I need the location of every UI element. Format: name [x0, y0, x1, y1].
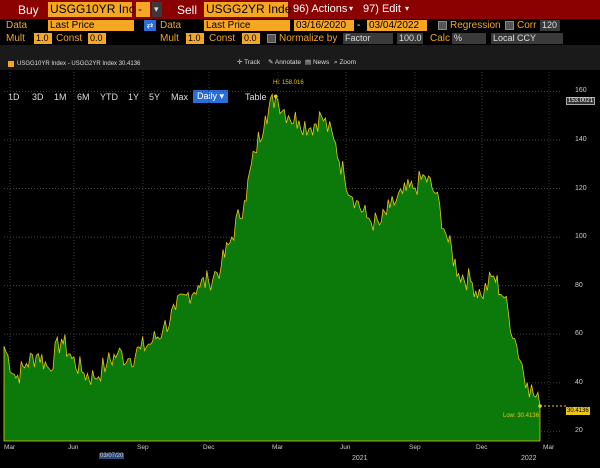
const-label: Const [56, 33, 83, 44]
annotate-icon: ✎ [268, 59, 274, 66]
series-area [3, 92, 541, 442]
x-tick-label: Dec [203, 444, 215, 451]
buy-label: Buy [18, 3, 39, 17]
currency-dropdown[interactable]: Local CCY [491, 33, 563, 44]
edit-menu[interactable]: 97) Edit [363, 4, 401, 15]
news-tool[interactable]: ▤ News [305, 59, 330, 67]
buy-security-input[interactable]: USGG10YR Inc [48, 2, 135, 17]
news-label: News [312, 59, 330, 66]
y-tick-label: 40 [575, 378, 583, 386]
x-tick-label: Sep [409, 444, 421, 451]
data-row: Data Last Price ⇄ Data Last Price 03/16/… [0, 19, 600, 32]
corr-checkbox[interactable] [505, 21, 514, 30]
news-icon: ▤ [305, 59, 312, 66]
calc-dropdown[interactable]: % [452, 33, 486, 44]
x-tick-label: Dec [476, 444, 488, 451]
y-tick-label: 100 [575, 233, 587, 241]
factor-input[interactable]: 100.0 [397, 33, 423, 44]
sell-label: Sell [177, 3, 198, 17]
edit-chevron-icon: ▾ [405, 4, 410, 13]
normalize-checkbox[interactable] [267, 34, 276, 43]
mult2-label: Mult [160, 33, 179, 44]
const2-input[interactable]: 0.0 [242, 33, 260, 44]
sell-security-input[interactable]: USGG2YR Inde [204, 2, 291, 17]
zoom-label: Zoom [339, 59, 357, 66]
start-date-input[interactable]: 03/16/2020 [294, 20, 354, 31]
x-tick-label: Mar [272, 444, 284, 451]
y-tick-label: 140 [575, 135, 587, 143]
corr-period-input[interactable]: 120 [540, 20, 560, 31]
data-label: Data [6, 20, 28, 31]
normalize-label: Normalize by [279, 33, 338, 44]
track-icon: ✛ [237, 59, 243, 66]
y-tick-label: 80 [575, 281, 583, 289]
legend-swatch-icon [8, 61, 14, 67]
chart-toolbar: USGG10YR Index - USGG2YR Index 30.4136 ✛… [0, 58, 600, 70]
data-field-dropdown[interactable]: Last Price [48, 20, 134, 31]
annotate-tool[interactable]: ✎ Annotate [268, 59, 301, 67]
legend-text: USGG10YR Index - USGG2YR Index 30.4136 [17, 61, 141, 67]
high-point-marker [273, 94, 278, 99]
ref-value-tag: 153.0021 [566, 97, 596, 105]
regression-checkbox[interactable] [438, 21, 447, 30]
data2-label: Data [160, 20, 182, 31]
x-tick-label: Sep [137, 444, 149, 451]
low-annotation: Low: 30.4136 [503, 413, 540, 419]
start-date-tag: 03/07/20 [99, 453, 125, 459]
mult2-input[interactable]: 1.0 [186, 33, 204, 44]
high-annotation: Hi: 158.016 [273, 80, 304, 86]
year-label-2021: 2021 [352, 455, 368, 462]
date-separator: - [357, 20, 361, 31]
spread-area-chart[interactable] [0, 70, 600, 468]
buy-dropdown-icon[interactable]: ▾ [152, 2, 162, 17]
range-tabs: 1D 3D 1M 6M YTD 1Y 5Y Max Daily ▾ Table [0, 45, 600, 103]
buy-dash-field[interactable]: - [136, 2, 150, 17]
track-tool[interactable]: ✛ Track [237, 59, 261, 67]
last-value-tag: 30.4136 [566, 407, 590, 415]
const2-label: Const [209, 33, 236, 44]
year-label-2022: 2022 [521, 455, 537, 462]
track-label: Track [244, 59, 261, 66]
regression-label: Regression [450, 20, 501, 31]
y-tick-label: 160 [575, 87, 587, 95]
y-tick-label: 60 [575, 330, 583, 338]
y-tick-label: 20 [575, 427, 583, 435]
calc-label: Calc [430, 33, 451, 44]
data2-field-dropdown[interactable]: Last Price [204, 20, 290, 31]
actions-chevron-icon: ▾ [349, 4, 354, 13]
x-tick-label: Mar [4, 444, 16, 451]
normalize-dropdown[interactable]: Factor [343, 33, 393, 44]
mult-input[interactable]: 1.0 [34, 33, 52, 44]
top-bar: Buy USGG10YR Inc - ▾ Sell USGG2YR Inde 9… [0, 0, 600, 19]
end-date-input[interactable]: 03/04/2022 [367, 20, 427, 31]
swap-icon[interactable]: ⇄ [144, 20, 156, 31]
y-tick-label: 120 [575, 184, 587, 192]
const-input[interactable]: 0.0 [88, 33, 106, 44]
actions-menu[interactable]: 96) Actions [293, 4, 347, 15]
x-tick-label: Mar [543, 444, 555, 451]
x-tick-label: Jun [68, 444, 79, 451]
zoom-icon: ⌕ [334, 59, 338, 66]
x-tick-label: Jun [340, 444, 351, 451]
corr-label: Corr [517, 20, 537, 31]
annotate-label: Annotate [274, 59, 301, 66]
transform-row: Mult 1.0 Const 0.0 Mult 1.0 Const 0.0 No… [0, 32, 600, 45]
mult-label: Mult [6, 33, 25, 44]
zoom-tool[interactable]: ⌕ Zoom [334, 59, 357, 67]
